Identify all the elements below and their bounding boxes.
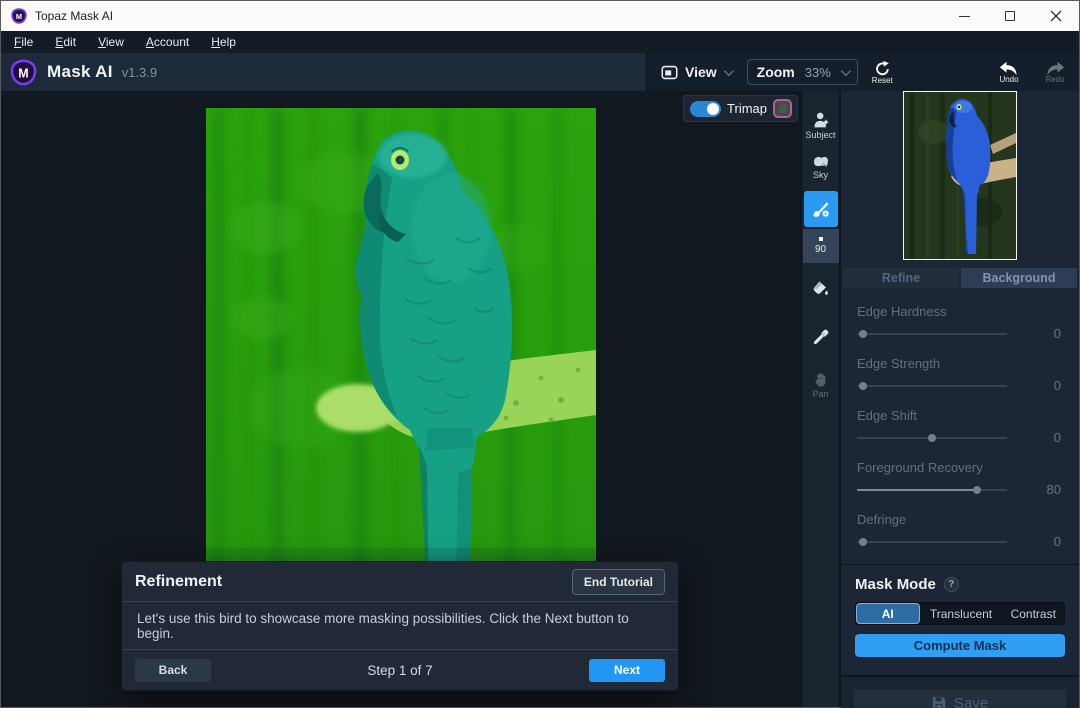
slider-defringe[interactable]: Defringe 0 — [857, 512, 1061, 549]
app-header: M Mask AI v1.3.9 View Zoom 33% — [1, 53, 1079, 91]
slider-knob[interactable] — [859, 538, 867, 546]
menu-help[interactable]: Help — [200, 35, 247, 49]
save-button[interactable]: Save — [854, 689, 1066, 708]
tool-strip: Subject Sky — [801, 91, 839, 707]
mask-mode-label: Mask Mode — [855, 576, 936, 593]
right-panel: Refine Background Edge Hardness 0 Edge S… — [839, 91, 1079, 707]
view-dropdown[interactable]: View — [661, 64, 731, 80]
menubar: File Edit View Account Help — [1, 31, 1079, 53]
subject-person-icon — [812, 111, 830, 129]
mask-mode-ai[interactable]: AI — [856, 603, 920, 624]
app-name: Mask AI — [47, 62, 113, 82]
mask-mode-segmented-control: AI Translucent Contrast — [855, 602, 1065, 625]
sky-cloud-icon — [811, 154, 831, 169]
save-disk-icon — [932, 696, 946, 708]
view-icon — [661, 65, 678, 80]
compute-mask-button[interactable]: Compute Mask — [855, 634, 1065, 657]
maskai-logo-icon: M — [10, 59, 37, 86]
brush-size-value: 90 — [815, 244, 826, 255]
back-button[interactable]: Back — [135, 659, 211, 682]
panel-tabs: Refine Background — [841, 260, 1079, 288]
eyedropper-icon — [812, 328, 830, 346]
chevron-down-icon — [724, 66, 734, 76]
toggle-knob-icon — [707, 103, 719, 115]
save-section: Save — [841, 675, 1079, 708]
dialog-body-text: Let's use this bird to showcase more mas… — [137, 611, 663, 641]
undo-button[interactable]: Undo — [999, 61, 1019, 84]
subject-tool-button[interactable]: Subject — [803, 105, 839, 145]
app-version: v1.3.9 — [122, 65, 157, 80]
slider-knob[interactable] — [859, 330, 867, 338]
pan-hand-icon — [813, 372, 829, 388]
minimize-icon — [959, 16, 970, 17]
slider-value: 0 — [1054, 430, 1061, 445]
brush-size-dot-icon — [819, 237, 823, 241]
window-title: Topaz Mask AI — [35, 9, 113, 23]
tutorial-dialog: Refinement End Tutorial Let's use this b… — [121, 561, 679, 691]
sky-tool-button[interactable]: Sky — [803, 147, 839, 187]
brush-size-indicator[interactable]: 90 — [803, 229, 839, 263]
slider-foreground-recovery[interactable]: Foreground Recovery 80 — [857, 460, 1061, 497]
redo-icon — [1045, 61, 1065, 76]
titlebar: M Topaz Mask AI — [1, 1, 1079, 31]
image-canvas[interactable]: Trimap Refinement End Tutorial Let's use… — [1, 91, 801, 707]
chevron-down-icon — [841, 66, 851, 76]
tab-refine[interactable]: Refine — [843, 268, 959, 288]
brush-tool-button-selected[interactable] — [804, 191, 838, 227]
mask-mode-contrast[interactable]: Contrast — [1003, 603, 1065, 624]
swatch-color-dot — [779, 105, 787, 113]
close-icon — [1050, 10, 1062, 22]
zoom-value: 33% — [805, 65, 831, 80]
end-tutorial-button[interactable]: End Tutorial — [572, 569, 665, 595]
menu-edit[interactable]: Edit — [44, 35, 87, 49]
trimap-overlay-bar: Trimap — [683, 95, 798, 122]
paint-bucket-icon — [811, 279, 831, 299]
reset-button[interactable]: Reset — [872, 60, 893, 85]
tab-background[interactable]: Background — [961, 268, 1077, 288]
slider-value: 80 — [1047, 482, 1061, 497]
pan-tool-button[interactable]: Pan — [803, 365, 839, 405]
dialog-title: Refinement — [135, 573, 222, 591]
redo-button[interactable]: Redo — [1045, 61, 1065, 84]
reset-icon — [874, 60, 891, 77]
close-button[interactable] — [1033, 1, 1079, 31]
next-button[interactable]: Next — [589, 659, 665, 682]
slider-value: 0 — [1054, 534, 1061, 549]
help-icon[interactable]: ? — [944, 577, 959, 592]
overlay-color-swatch[interactable] — [773, 99, 792, 118]
mask-mode-translucent[interactable]: Translucent — [920, 603, 1003, 624]
eyedropper-tool-button[interactable] — [803, 317, 839, 357]
trimap-toggle[interactable] — [690, 101, 721, 117]
minimize-button[interactable] — [941, 1, 987, 31]
maximize-icon — [1005, 11, 1015, 21]
zoom-dropdown[interactable]: Zoom 33% — [747, 59, 858, 85]
step-indicator: Step 1 of 7 — [211, 663, 589, 678]
fill-bucket-tool-button[interactable] — [803, 269, 839, 309]
preview-thumbnail-area — [841, 91, 1079, 260]
slider-edge-hardness[interactable]: Edge Hardness 0 — [857, 304, 1061, 341]
menu-file[interactable]: File — [3, 35, 44, 49]
slider-value: 0 — [1054, 378, 1061, 393]
svg-text:M: M — [16, 12, 22, 21]
svg-text:M: M — [18, 66, 28, 80]
slider-edge-shift[interactable]: Edge Shift 0 — [857, 408, 1061, 445]
refine-sliders: Edge Hardness 0 Edge Strength 0 Edge Shi… — [841, 288, 1079, 564]
app-window: M Topaz Mask AI File Edit View Account H… — [0, 0, 1080, 708]
slider-value: 0 — [1054, 326, 1061, 341]
slider-knob[interactable] — [859, 382, 867, 390]
app-icon: M — [11, 8, 27, 24]
slider-knob[interactable] — [973, 486, 981, 494]
undo-icon — [999, 61, 1019, 76]
brush-settings-icon — [811, 199, 831, 219]
maximize-button[interactable] — [987, 1, 1033, 31]
slider-edge-strength[interactable]: Edge Strength 0 — [857, 356, 1061, 393]
trimap-label: Trimap — [727, 101, 767, 116]
preview-thumbnail[interactable] — [903, 91, 1017, 260]
menu-account[interactable]: Account — [135, 35, 200, 49]
menu-view[interactable]: View — [87, 35, 135, 49]
original-photo-thumbnail — [904, 92, 1016, 259]
mask-mode-section: Mask Mode ? AI Translucent Contrast Comp… — [841, 564, 1079, 667]
slider-knob[interactable] — [928, 434, 936, 442]
